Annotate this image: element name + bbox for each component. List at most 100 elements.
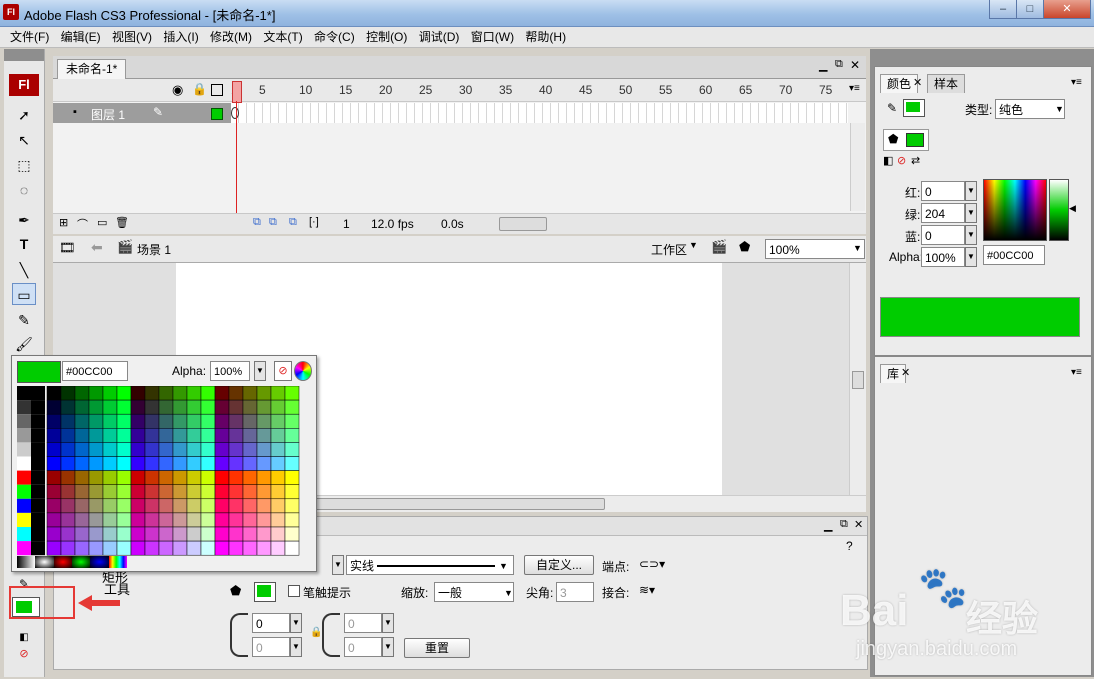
swatch-cell[interactable] [130,470,146,485]
swatch-cell[interactable] [17,456,31,471]
workspace-dropdown-icon[interactable]: ▼ [689,240,698,250]
swatch-cell[interactable] [88,526,104,542]
swatch-cell[interactable] [88,498,104,514]
swatch-cell[interactable] [242,470,258,485]
join-style-icon[interactable]: ≋▾ [639,583,655,597]
swatch-cell[interactable] [130,540,146,556]
text-tool-icon[interactable]: T [12,233,36,255]
swatch-cell[interactable] [60,498,76,514]
swatch-cell[interactable] [144,456,160,471]
swatch-cell[interactable] [158,540,174,556]
swatch-cell[interactable] [102,428,118,443]
outline-icon[interactable] [211,84,223,96]
swatch-cell[interactable] [186,442,202,457]
gradient-blue[interactable] [90,556,109,568]
swatch-cell[interactable] [256,512,272,528]
swatch-cell[interactable] [60,526,76,542]
swatch-cell[interactable] [158,512,174,528]
menu-file[interactable]: 文件(F) [6,27,53,45]
swatch-cell[interactable] [31,442,45,457]
swatch-cell[interactable] [116,540,132,556]
swatch-cell[interactable] [284,428,300,443]
color-picker-wheel-icon[interactable] [294,361,312,381]
swatch-cell[interactable] [242,498,258,514]
swatch-cell[interactable] [88,428,104,443]
swatch-cell[interactable] [242,428,258,443]
swatch-cell[interactable] [130,442,146,457]
corner-tr-dropdown[interactable]: ▼ [382,613,394,633]
swatch-cell[interactable] [46,498,62,514]
swatch-cell[interactable] [284,386,300,401]
swatch-cell[interactable] [172,386,188,401]
swatch-cell[interactable] [284,484,300,500]
swatch-cell[interactable] [17,400,31,415]
swatch-cell[interactable] [88,442,104,457]
swatch-cell[interactable] [186,428,202,443]
swatch-cell[interactable] [74,470,90,485]
swatch-cell[interactable] [200,386,216,401]
swatch-cell[interactable] [31,512,45,527]
swatch-cell[interactable] [256,484,272,500]
gradient-rainbow[interactable] [108,556,127,568]
swatch-cell[interactable] [186,386,202,401]
swatch-cell[interactable] [172,526,188,542]
swatch-cell[interactable] [256,399,272,415]
swatch-cell[interactable] [214,484,230,500]
swatch-cell[interactable] [256,526,272,542]
swatch-cell[interactable] [116,456,132,471]
menu-modify[interactable]: 修改(M) [206,27,256,45]
swatch-cell[interactable] [228,526,244,542]
restore-doc-icon[interactable]: ⧉ [835,58,843,71]
swatch-cell[interactable] [17,442,31,457]
swatch-cell[interactable] [102,442,118,457]
stage-vscroll-thumb[interactable] [852,371,864,389]
swatch-cell[interactable] [242,386,258,401]
swatch-cell[interactable] [74,413,90,429]
delete-layer-icon[interactable]: 🗑 [115,216,129,229]
swatch-cell[interactable] [172,540,188,556]
swatch-cell[interactable] [158,428,174,443]
swatch-cell[interactable] [270,399,286,415]
swatch-cell[interactable] [158,442,174,457]
swatch-cell[interactable] [228,484,244,500]
swatch-cell[interactable] [74,456,90,471]
swatch-cell[interactable] [74,386,90,401]
swatch-cell[interactable] [270,413,286,429]
timeline-options-icon[interactable]: ▾≡ [849,83,860,94]
swatch-cell[interactable] [31,541,45,556]
gradient-green[interactable] [71,556,91,568]
swatch-cell[interactable] [102,413,118,429]
swatch-cell[interactable] [88,540,104,556]
swatch-cell[interactable] [200,428,216,443]
brightness-arrow-icon[interactable]: ◀ [1069,203,1076,214]
swatch-cell[interactable] [31,470,45,485]
swatch-cell[interactable] [158,386,174,401]
swatch-cell[interactable] [116,428,132,443]
swatch-cell[interactable] [200,456,216,471]
swatch-cell[interactable] [60,470,76,485]
corner-radius-tr[interactable]: 0 [344,613,382,633]
swatch-cell[interactable] [228,413,244,429]
swatch-cell[interactable] [172,484,188,500]
swatch-cell[interactable] [17,470,31,485]
swatch-cell[interactable] [242,540,258,556]
swatch-cell[interactable] [186,484,202,500]
swatch-cell[interactable] [130,526,146,542]
swatch-cell[interactable] [270,540,286,556]
swatch-cell[interactable] [172,399,188,415]
swatch-cell[interactable] [186,470,202,485]
close-library-tab-icon[interactable]: ✕ [901,366,910,379]
swatch-cell[interactable] [242,526,258,542]
stage-vscroll[interactable] [849,263,866,495]
swatch-cell[interactable] [270,442,286,457]
swatch-cell[interactable] [256,470,272,485]
swatch-cell[interactable] [186,526,202,542]
swatch-cell[interactable] [17,541,31,556]
menu-edit[interactable]: 编辑(E) [57,27,105,45]
popup-hex-input[interactable]: #00CC00 [62,361,128,381]
swatch-cell[interactable] [200,484,216,500]
back-arrow-icon[interactable]: ⬅ [91,239,103,256]
menu-help[interactable]: 帮助(H) [521,27,570,45]
fill-selector[interactable]: ⬟ [883,129,929,151]
swatch-cell[interactable] [284,413,300,429]
